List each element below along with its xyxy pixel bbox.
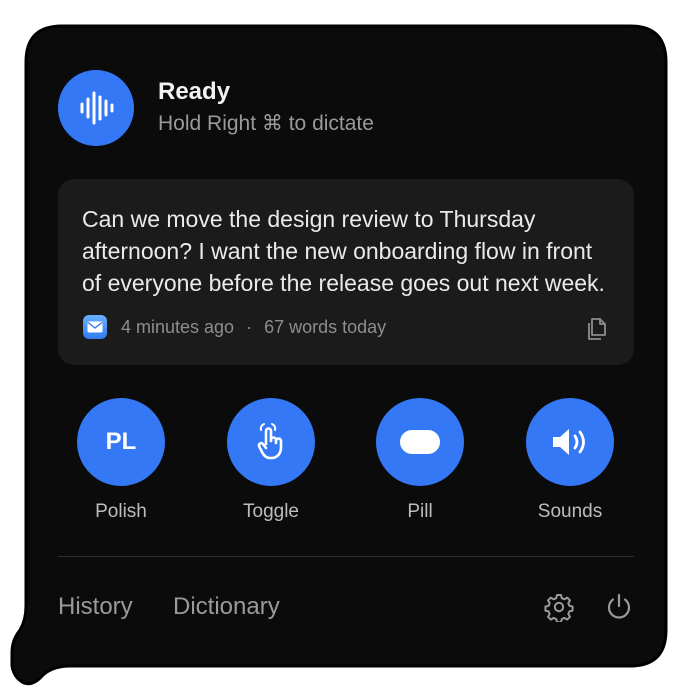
gear-icon[interactable] — [544, 592, 574, 624]
pill-button[interactable]: Pill — [350, 398, 490, 524]
mail-app-icon — [83, 315, 107, 339]
polish-badge: PL — [105, 428, 137, 455]
pill-shape-icon[interactable] — [376, 398, 464, 486]
transcript-text: Can we move the design review to Thursda… — [82, 206, 605, 296]
dictionary-tab[interactable]: Dictionary — [173, 592, 280, 622]
word-count: 67 words today — [264, 316, 387, 337]
polish-icon[interactable]: PL — [77, 398, 165, 486]
status-title: Ready — [158, 78, 231, 105]
sounds-label: Sounds — [537, 501, 603, 522]
last-transcript-card[interactable]: Can we move the design review to Thursda… — [58, 179, 634, 365]
history-tab[interactable]: History — [58, 592, 133, 622]
copy-icon[interactable] — [584, 316, 610, 342]
sounds-button[interactable]: Sounds — [500, 398, 640, 524]
polish-button[interactable]: PL Polish — [51, 398, 191, 524]
dictation-popover: Ready Hold Right ⌘ to dictate Can we mov… — [0, 0, 692, 692]
toggle-button[interactable]: Toggle — [201, 398, 341, 524]
pill-label: Pill — [407, 501, 433, 522]
status-header: Ready Hold Right ⌘ to dictate — [58, 70, 374, 146]
footer-divider — [58, 556, 634, 557]
meta-separator: · — [246, 316, 253, 337]
polish-label: Polish — [95, 501, 147, 522]
power-icon[interactable] — [604, 592, 634, 622]
status-subtitle: Hold Right ⌘ to dictate — [158, 112, 374, 135]
speaker-icon[interactable] — [526, 398, 614, 486]
waveform-icon — [58, 70, 134, 146]
toggle-label: Toggle — [243, 501, 299, 522]
transcript-meta: 4 minutes ago · 67 words today — [83, 315, 386, 339]
hand-pointer-icon[interactable] — [227, 398, 315, 486]
transcript-time: 4 minutes ago — [121, 316, 235, 337]
quick-actions: PL Polish Toggle Pill Sounds — [58, 398, 634, 524]
